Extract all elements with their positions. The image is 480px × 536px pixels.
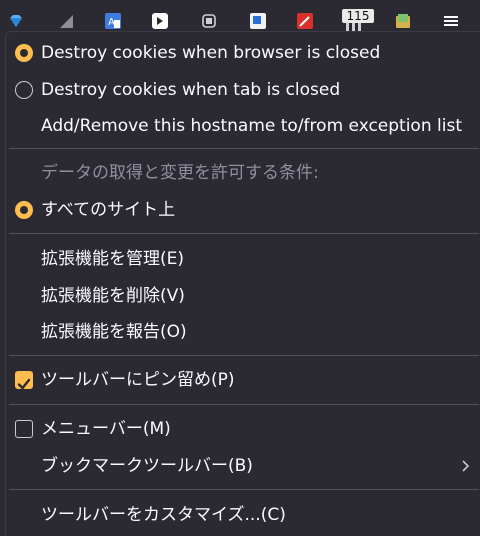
menu-item-destroy-on-tab-close[interactable]: Destroy cookies when tab is closed bbox=[6, 73, 479, 107]
menu-item-label: メニューバー(M) bbox=[41, 419, 171, 439]
radio-unselected-icon[interactable] bbox=[15, 81, 33, 99]
menu-item-menubar[interactable]: メニューバー(M) bbox=[6, 412, 479, 446]
extension-context-menu: Destroy cookies when browser is closed D… bbox=[5, 31, 480, 536]
extensions-toolbar: A 115 bbox=[0, 0, 480, 34]
script-icon[interactable] bbox=[151, 12, 169, 30]
menu-item-all-sites[interactable]: すべてのサイト上 bbox=[6, 193, 479, 227]
browser-window: A 115 Destroy cookies when browser is cl… bbox=[0, 0, 480, 536]
menu-item-remove-extension[interactable]: 拡張機能を削除(V) bbox=[6, 279, 479, 313]
menu-separator bbox=[9, 355, 479, 356]
menu-item-label: すべてのサイト上 bbox=[41, 200, 176, 220]
menu-separator bbox=[9, 233, 479, 234]
menu-item-exception-list[interactable]: Add/Remove this hostname to/from excepti… bbox=[6, 109, 479, 143]
arrow-icon[interactable] bbox=[57, 12, 75, 30]
radio-selected-icon[interactable] bbox=[15, 201, 33, 219]
checkmark-icon bbox=[17, 378, 31, 390]
gem-icon[interactable] bbox=[7, 12, 25, 30]
menu-item-label: データの取得と変更を許可する条件: bbox=[41, 163, 319, 183]
menu-item-pin-to-toolbar[interactable]: ツールバーにピン留め(P) bbox=[6, 363, 479, 397]
svg-text:A: A bbox=[108, 17, 115, 28]
menu-item-label: Destroy cookies when browser is closed bbox=[41, 43, 381, 63]
menu-item-label: ツールバーをカスタマイズ...(C) bbox=[41, 505, 286, 525]
chip-icon[interactable] bbox=[200, 12, 218, 30]
menu-item-customize-toolbar[interactable]: ツールバーをカスタマイズ...(C) bbox=[6, 498, 479, 532]
menu-item-bookmarks-toolbar[interactable]: ブックマークツールバー(B) bbox=[6, 449, 479, 483]
menu-item-label: ツールバーにピン留め(P) bbox=[41, 370, 235, 390]
magic-wand-icon[interactable] bbox=[296, 12, 314, 30]
menu-separator bbox=[9, 489, 479, 490]
radio-selected-icon[interactable] bbox=[15, 44, 33, 62]
checkbox-checked-icon[interactable] bbox=[15, 371, 33, 390]
menu-item-manage-extension[interactable]: 拡張機能を管理(E) bbox=[6, 242, 479, 276]
menu-icon[interactable] bbox=[442, 12, 460, 30]
menu-separator bbox=[9, 404, 479, 405]
extension-count-badge: 115 bbox=[342, 9, 374, 23]
container-icon[interactable] bbox=[249, 12, 267, 30]
menu-item-destroy-on-browser-close[interactable]: Destroy cookies when browser is closed bbox=[6, 36, 479, 70]
checkbox-unchecked-icon[interactable] bbox=[15, 420, 33, 438]
notes-icon[interactable] bbox=[394, 12, 412, 30]
menu-item-label: 拡張機能を管理(E) bbox=[41, 249, 185, 269]
menu-separator bbox=[9, 148, 479, 149]
menu-item-label: ブックマークツールバー(B) bbox=[41, 456, 253, 476]
translate-icon[interactable]: A bbox=[104, 12, 122, 30]
menu-item-label: 拡張機能を報告(O) bbox=[41, 322, 187, 342]
menu-section-header-permissions: データの取得と変更を許可する条件: bbox=[6, 156, 479, 190]
menu-item-label: Add/Remove this hostname to/from excepti… bbox=[41, 116, 462, 136]
menu-item-label: 拡張機能を削除(V) bbox=[41, 286, 185, 306]
chevron-right-icon bbox=[462, 460, 470, 472]
menu-item-report-extension[interactable]: 拡張機能を報告(O) bbox=[6, 315, 479, 349]
menu-item-label: Destroy cookies when tab is closed bbox=[41, 80, 341, 100]
